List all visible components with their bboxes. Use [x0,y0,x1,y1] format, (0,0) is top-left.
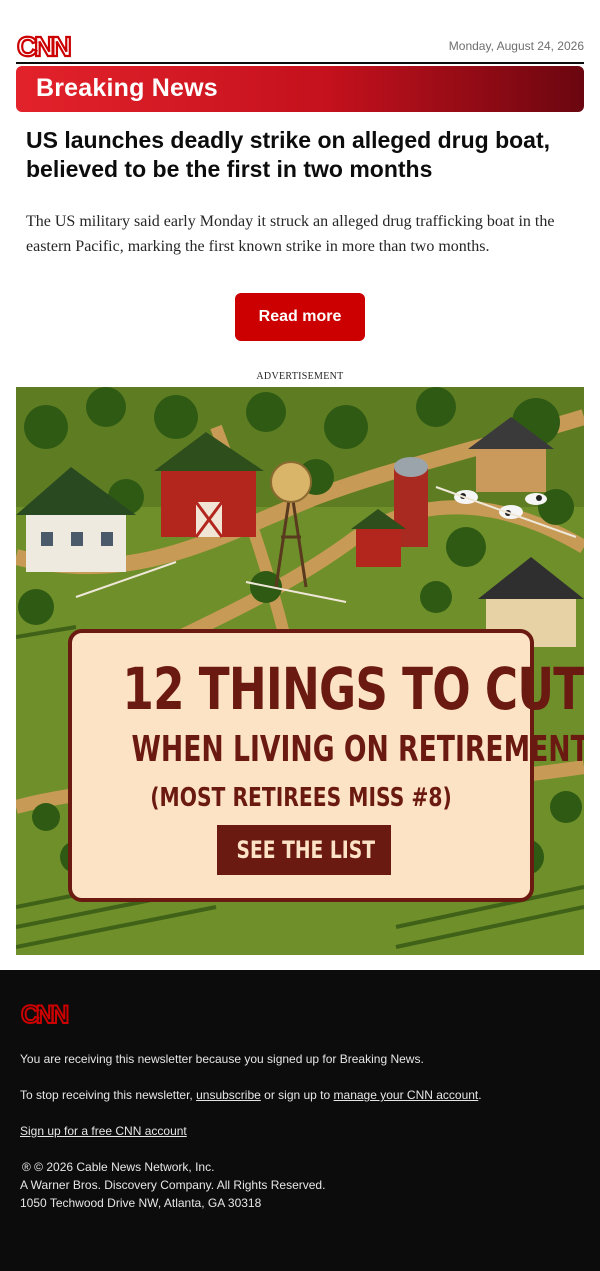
ad-headline: 12 THINGS TO CUT [122,655,584,723]
banner-title: Breaking News [36,74,218,102]
issue-date: Monday, August 24, 2026 [448,39,584,53]
breaking-news-banner: Breaking News [16,66,584,112]
ad-subheadline: WHEN LIVING ON RETIREMENT [131,729,584,770]
unsubscribe-text: To stop receiving this newsletter, unsub… [20,1086,482,1104]
copyright: ® © 2026 Cable News Network, Inc. [22,1160,215,1174]
advertisement-label: ADVERTISEMENT [256,371,344,382]
see-the-list-label: SEE THE LIST [236,836,375,864]
svg-text:CNN: CNN [21,1001,68,1028]
subscription-reason: You are receiving this newsletter becaus… [20,1052,424,1066]
stop-suffix: . [478,1088,482,1102]
header-divider [16,62,584,64]
see-the-list-button[interactable]: SEE THE LIST [217,825,391,875]
ad-note: (MOST RETIREES MISS #8) [150,783,452,813]
stop-middle: or sign up to [260,1088,334,1102]
address: 1050 Techwood Drive NW, Atlanta, GA 3031… [20,1196,262,1210]
article-summary: The US military said early Monday it str… [26,213,555,255]
stop-prefix: To stop receiving this newsletter, [20,1088,197,1102]
ad-card[interactable]: 12 THINGS TO CUT WHEN LIVING ON RETIREME… [68,629,584,902]
cnn-logo[interactable]: CNN [16,30,76,62]
email-footer: CNN You are receiving this newsletter be… [0,970,600,1271]
company-line: A Warner Bros. Discovery Company. All Ri… [20,1178,326,1192]
svg-text:CNN: CNN [17,31,70,62]
footer-cnn-logo[interactable]: CNN [20,1000,76,1028]
email-header: CNN Monday, August 24, 2026 [16,28,584,64]
read-more-button[interactable]: Read more [235,293,365,341]
unsubscribe-link[interactable]: unsubscribe [196,1088,261,1102]
signup-link[interactable]: Sign up for a free CNN account [20,1124,187,1138]
advertisement-banner[interactable]: 12 THINGS TO CUT WHEN LIVING ON RETIREME… [16,387,584,955]
article-headline[interactable]: US launches deadly strike on alleged dru… [26,126,582,184]
manage-account-link[interactable]: manage your CNN account [334,1088,479,1102]
